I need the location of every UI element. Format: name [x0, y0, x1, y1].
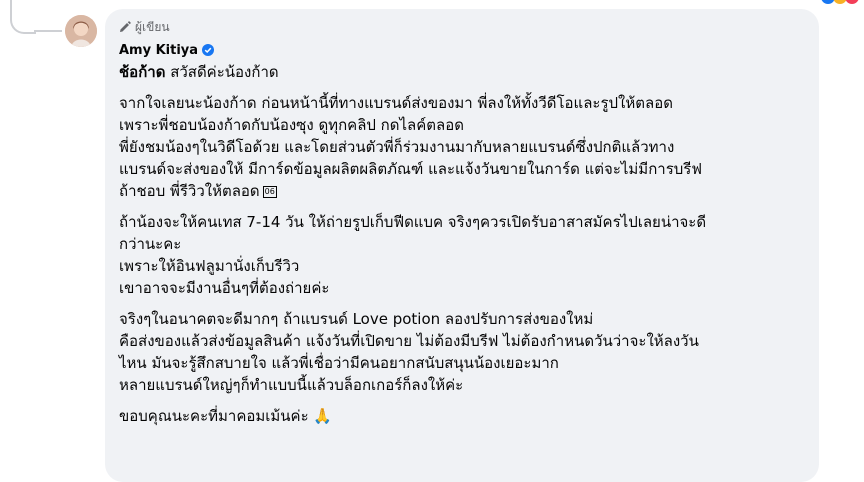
paragraph-line: หลายแบรนด์ใหญ่ๆก็ทำแบบนี้แล้วบล็อกเกอร์ก… [119, 376, 464, 394]
author-badge: ผู้เขียน [119, 18, 805, 36]
paragraph-line-text: ถ้าชอบ พี่รีวิวให้ตลอด [119, 182, 260, 200]
author-avatar[interactable] [65, 15, 97, 47]
paragraph-line: จริงๆในอนาคตจะดีมากๆ ถ้าแบรนด์ Love poti… [119, 310, 594, 328]
author-name-link[interactable]: Amy Kitiya [119, 43, 198, 58]
comment-paragraph-4: ขอบคุณนะคะที่มาคอมเม้นค่ะ 🙏 [119, 405, 805, 427]
paragraph-line: พี่ยังชมน้องๆในวิดีโอด้วย และโดยส่วนตัวพ… [119, 138, 675, 156]
author-badge-label: ผู้เขียน [135, 19, 170, 34]
avatar-image [65, 15, 97, 47]
author-name-row: Amy Kitiya [119, 41, 805, 59]
paragraph-line: ไหน มันจะรู้สึกสบายใจ แล้วพี่เชื่อว่ามีค… [119, 354, 559, 372]
greeting-text: สวัสดีค่ะน้องก้าด [165, 63, 279, 81]
pencil-icon [120, 21, 131, 32]
paragraph-line: เขาอาจจะมีงานอื่นๆที่ต้องถ่ายค่ะ [119, 279, 330, 297]
paragraph-line: กว่านะคะ [119, 235, 182, 253]
paragraph-line: จากใจเลยนะน้องก้าด ก่อนหน้านี้ที่ทางแบรน… [119, 94, 673, 112]
verified-badge-icon [202, 44, 215, 56]
comment-paragraph-2: ถ้าน้องจะให้คนเทส 7-14 วัน ให้ถ่ายรูปเก็… [119, 211, 805, 299]
paragraph-line-last: ถ้าชอบ พี่รีวิวให้ตลอด 06 [119, 180, 805, 202]
unsupported-glyph-symbol: 06 [262, 186, 277, 198]
paragraph-line: เพราะพี่ชอบน้องก้าดกับน้องซุง ดูทุกคลิป … [119, 116, 464, 134]
comment-bubble: ผู้เขียน Amy Kitiya ช้อก้าด สวัสดีค่ะน้อ… [105, 9, 819, 482]
paragraph-line: ถ้าน้องจะให้คนเทส 7-14 วัน ให้ถ่ายรูปเก็… [119, 213, 707, 231]
mention-link[interactable]: ช้อก้าด [119, 63, 165, 81]
thread-connector-stub [34, 30, 62, 32]
comment-paragraph-3: จริงๆในอนาคตจะดีมากๆ ถ้าแบรนด์ Love poti… [119, 308, 805, 396]
paragraph-line: คือส่งของแล้วส่งข้อมูลสินค้า แจ้งวันที่เ… [119, 332, 699, 350]
paragraph-line: ขอบคุณนะคะที่มาคอมเม้นค่ะ 🙏 [119, 407, 333, 425]
thread-connector-line [10, 0, 36, 34]
comment-first-line: ช้อก้าด สวัสดีค่ะน้องก้าด [119, 61, 805, 83]
comment-paragraph-1: จากใจเลยนะน้องก้าด ก่อนหน้านี้ที่ทางแบรน… [119, 92, 805, 202]
reaction-icons-partial [821, 0, 859, 4]
paragraph-line: แบรนด์จะส่งของให้ มีการ์ดข้อมูลผลิตผลิตภ… [119, 160, 702, 178]
paragraph-line: เพราะให้อินฟลูมานั่งเก็บรีวิว [119, 257, 300, 275]
